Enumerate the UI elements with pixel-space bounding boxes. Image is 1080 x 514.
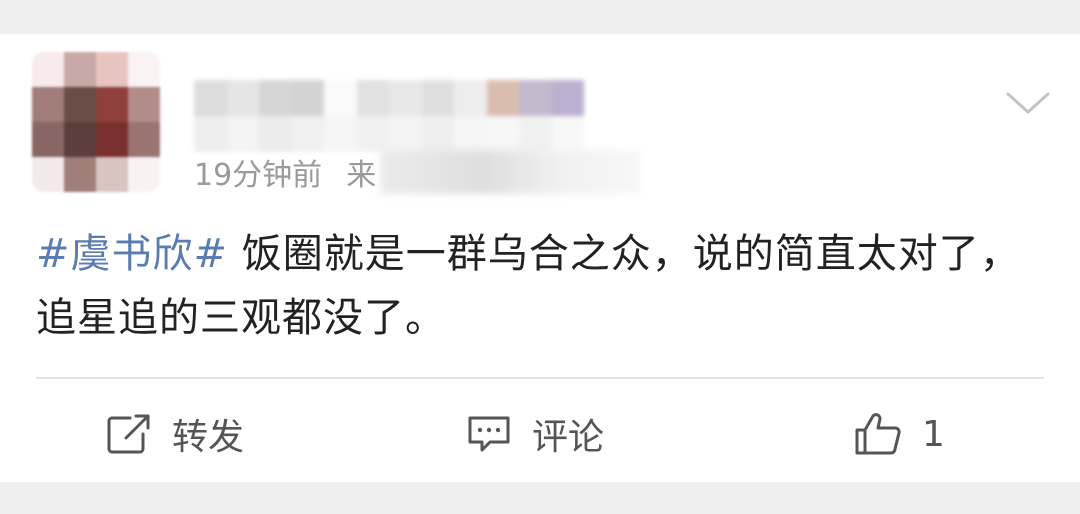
post-source: 来: [346, 158, 377, 193]
chevron-down-icon[interactable]: [1004, 88, 1052, 118]
post-time: 19分钟前: [194, 158, 323, 193]
repost-button[interactable]: 转发: [106, 406, 244, 462]
username-obscured[interactable]: [194, 80, 584, 152]
like-button[interactable]: 1: [854, 406, 945, 462]
like-count: 1: [922, 413, 945, 455]
avatar[interactable]: [32, 52, 160, 192]
post-content: #虞书欣# 饭圈就是一群乌合之众，说的简直太对了，追星追的三观都没了。: [36, 222, 1044, 350]
source-obscured: [380, 150, 640, 194]
feed-gap-top: [0, 0, 1080, 34]
topic-link[interactable]: #虞书欣#: [36, 231, 228, 277]
repost-label: 转发: [172, 417, 245, 458]
thumbs-up-icon: [855, 413, 901, 455]
comment-label: 评论: [532, 417, 605, 458]
comment-button[interactable]: 评论: [466, 406, 604, 462]
comment-icon: [468, 416, 510, 452]
divider: [36, 377, 1044, 379]
feed-gap-bottom: [0, 482, 1080, 514]
post-meta: 19分钟前 来: [194, 150, 376, 194]
share-icon: [107, 414, 150, 454]
